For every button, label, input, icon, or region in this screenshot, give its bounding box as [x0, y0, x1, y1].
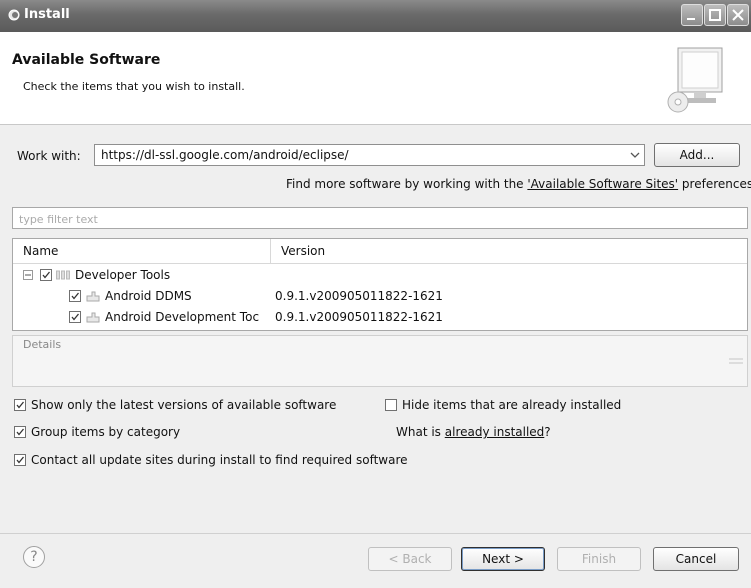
already-installed-link[interactable]: already installed — [445, 425, 545, 439]
scroll-grip-icon — [729, 358, 743, 364]
check-icon — [16, 401, 25, 409]
add-site-button[interactable]: Add... — [654, 143, 740, 167]
show-latest-checkbox[interactable] — [14, 399, 26, 411]
maximize-icon — [709, 9, 721, 21]
check-icon — [71, 313, 80, 321]
close-button[interactable] — [727, 4, 749, 26]
show-latest-label: Show only the latest versions of availab… — [31, 398, 337, 412]
check-icon — [42, 271, 51, 279]
tree-item-version: 0.9.1.v200905011822-1621 — [275, 289, 443, 303]
contact-all-sites-label: Contact all update sites during install … — [31, 453, 408, 467]
filter-input[interactable] — [17, 209, 741, 229]
title-bar[interactable]: Install — [0, 0, 751, 32]
tree-item-name: Android Development Toc — [105, 310, 260, 324]
details-label: Details — [23, 338, 62, 351]
available-software-sites-link[interactable]: 'Available Software Sites' — [527, 177, 678, 191]
work-with-value: https://dl-ssl.google.com/android/eclips… — [101, 148, 349, 162]
page-title: Available Software — [12, 52, 161, 68]
work-with-label: Work with: — [17, 149, 81, 163]
back-button[interactable]: < Back — [368, 547, 452, 571]
hide-installed-label: Hide items that are already installed — [402, 398, 622, 412]
minimize-icon — [687, 18, 695, 20]
group-by-category-checkbox[interactable] — [14, 426, 26, 438]
details-panel: Details — [12, 335, 748, 387]
column-header-name[interactable]: Name — [23, 244, 58, 258]
check-icon — [71, 292, 80, 300]
install-dialog: Install Available Software Check the ite… — [0, 0, 751, 588]
tree-item-name: Developer Tools — [75, 268, 171, 282]
finish-button[interactable]: Finish — [557, 547, 641, 571]
group-by-category-label: Group items by category — [31, 425, 181, 439]
what-is-installed: What is already installed? — [396, 425, 551, 439]
minimize-button[interactable] — [681, 4, 703, 26]
next-button[interactable]: Next > — [461, 547, 545, 571]
collapse-icon[interactable] — [23, 270, 33, 280]
tree-row-android-development-tools[interactable]: Android Development Toc 0.9.1.v200905011… — [13, 308, 747, 328]
tree-item-version: 0.9.1.v200905011822-1621 — [275, 310, 443, 324]
footer-separator — [0, 533, 751, 534]
check-icon — [16, 456, 25, 464]
available-sites-hint: Find more software by working with the '… — [286, 177, 751, 191]
cancel-button[interactable]: Cancel — [653, 547, 739, 571]
column-header-version[interactable]: Version — [281, 244, 325, 258]
window-title: Install — [24, 7, 70, 22]
computer-monitor-icon — [667, 47, 723, 113]
plugin-icon — [86, 291, 100, 302]
plugin-icon — [86, 312, 100, 323]
tree-row-android-ddms[interactable]: Android DDMS 0.9.1.v200905011822-1621 — [13, 287, 747, 307]
android-ddms-checkbox[interactable] — [69, 290, 81, 302]
wizard-header: Available Software Check the items that … — [0, 32, 751, 125]
work-with-combo[interactable]: https://dl-ssl.google.com/android/eclips… — [94, 144, 645, 166]
tree-header: Name Version — [13, 239, 747, 264]
feature-group-icon — [56, 270, 70, 280]
tree-item-name: Android DDMS — [105, 289, 192, 303]
column-divider[interactable] — [270, 239, 271, 263]
maximize-button[interactable] — [704, 4, 726, 26]
check-icon — [16, 428, 25, 436]
chevron-down-icon[interactable] — [630, 150, 640, 160]
hide-installed-checkbox[interactable] — [385, 399, 397, 411]
help-icon: ? — [30, 549, 38, 565]
tree-row-developer-tools[interactable]: Developer Tools — [13, 266, 747, 286]
app-icon — [8, 9, 20, 21]
filter-box[interactable] — [12, 207, 748, 229]
developer-tools-checkbox[interactable] — [40, 269, 52, 281]
android-development-tools-checkbox[interactable] — [69, 311, 81, 323]
close-icon — [732, 9, 744, 21]
software-tree[interactable]: Name Version Developer Tools Android DDM… — [12, 238, 748, 331]
contact-all-sites-checkbox[interactable] — [14, 454, 26, 466]
page-description: Check the items that you wish to install… — [23, 80, 245, 93]
help-button[interactable]: ? — [23, 546, 45, 568]
